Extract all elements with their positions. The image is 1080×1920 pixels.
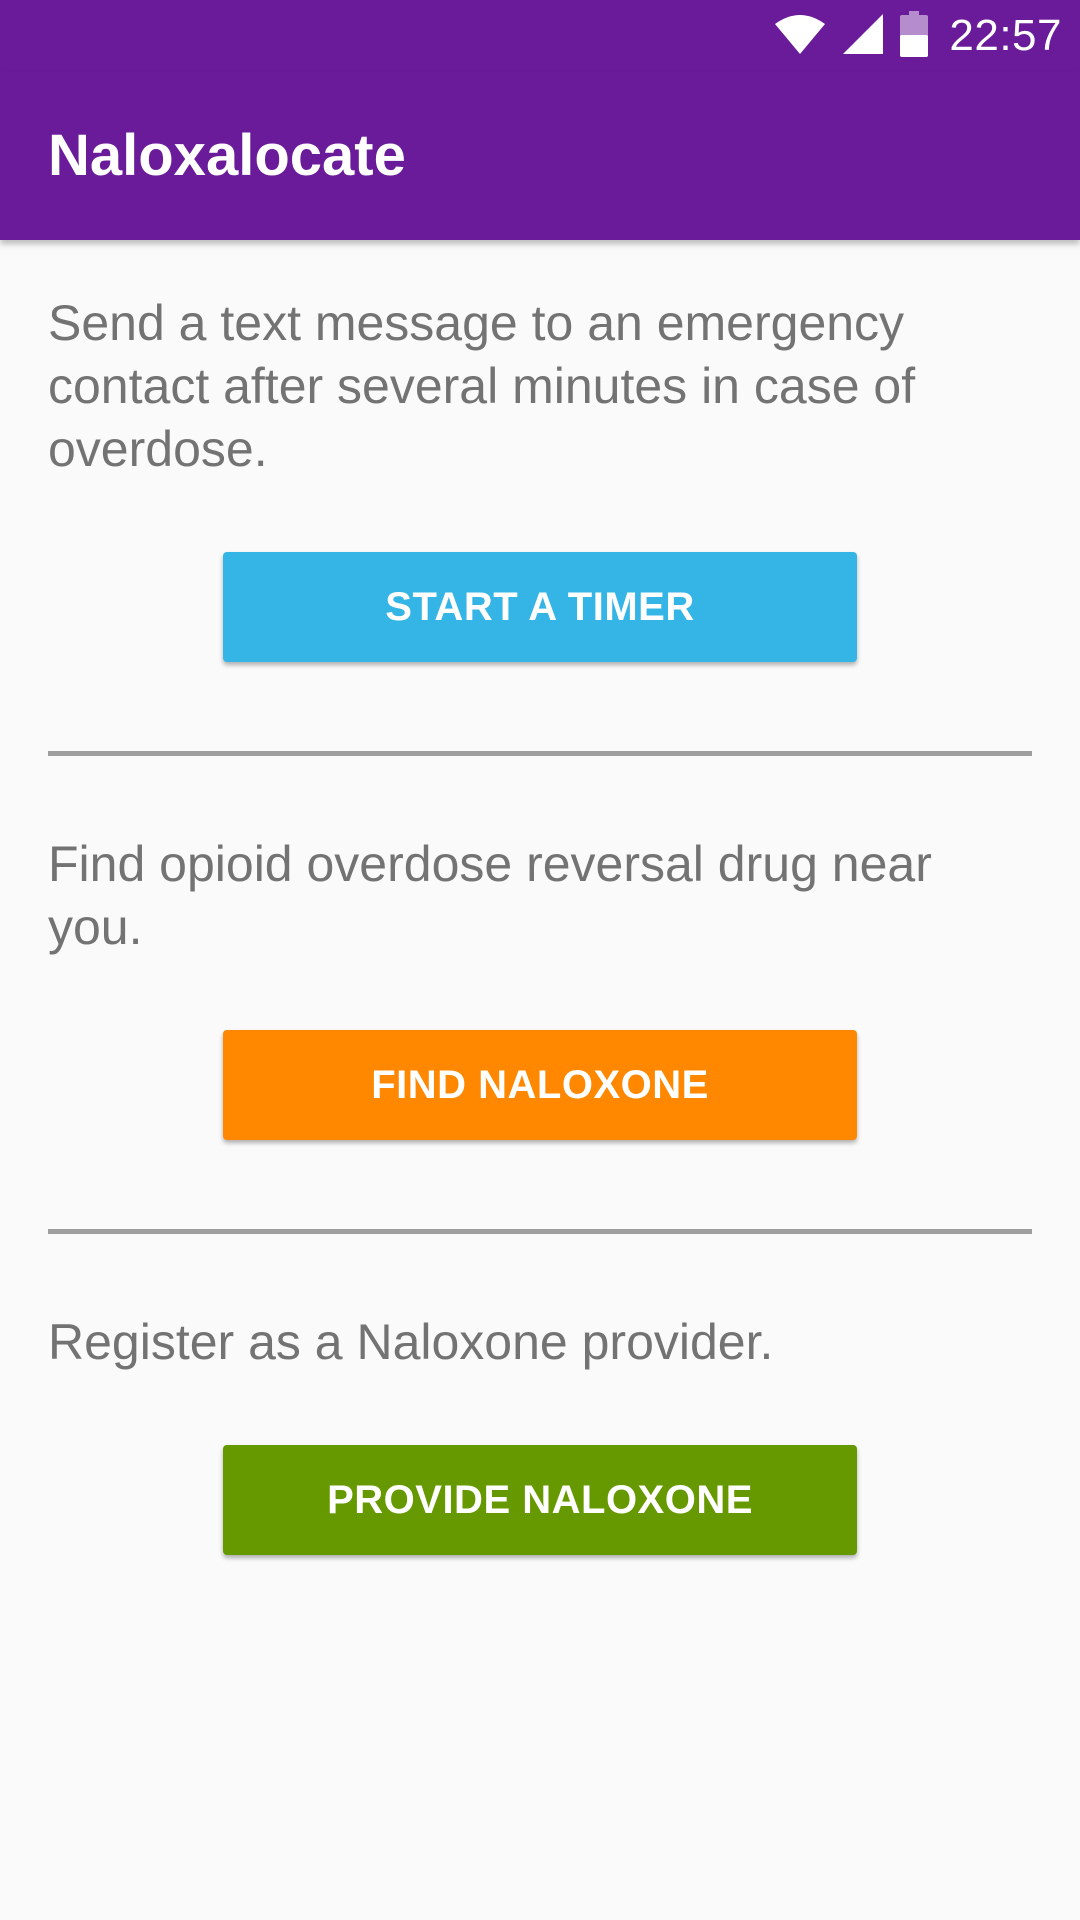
status-icons: 22:57 [773,0,1062,72]
provide-naloxone-button[interactable]: PROVIDE NALOXONE [223,1445,857,1555]
app-title: Naloxalocate [48,123,406,188]
timer-section: Send a text message to an emergency cont… [48,292,1032,481]
wifi-icon [773,12,827,61]
status-bar: 22:57 [0,0,1080,72]
find-description: Find opioid overdose reversal drug near … [48,836,932,955]
battery-icon [899,10,929,62]
provide-description: Register as a Naloxone provider. [48,1314,774,1370]
app-bar: Naloxalocate [0,72,1080,240]
divider [48,751,1032,756]
timer-description: Send a text message to an emergency cont… [48,295,916,477]
cell-signal-icon [841,12,885,61]
find-section: Find opioid overdose reversal drug near … [48,833,1032,959]
provide-section: Register as a Naloxone provider. [48,1311,1032,1374]
status-time: 22:57 [949,11,1062,60]
divider [48,1229,1032,1234]
start-timer-button[interactable]: START A TIMER [223,552,857,662]
find-naloxone-button[interactable]: FIND NALOXONE [223,1030,857,1140]
